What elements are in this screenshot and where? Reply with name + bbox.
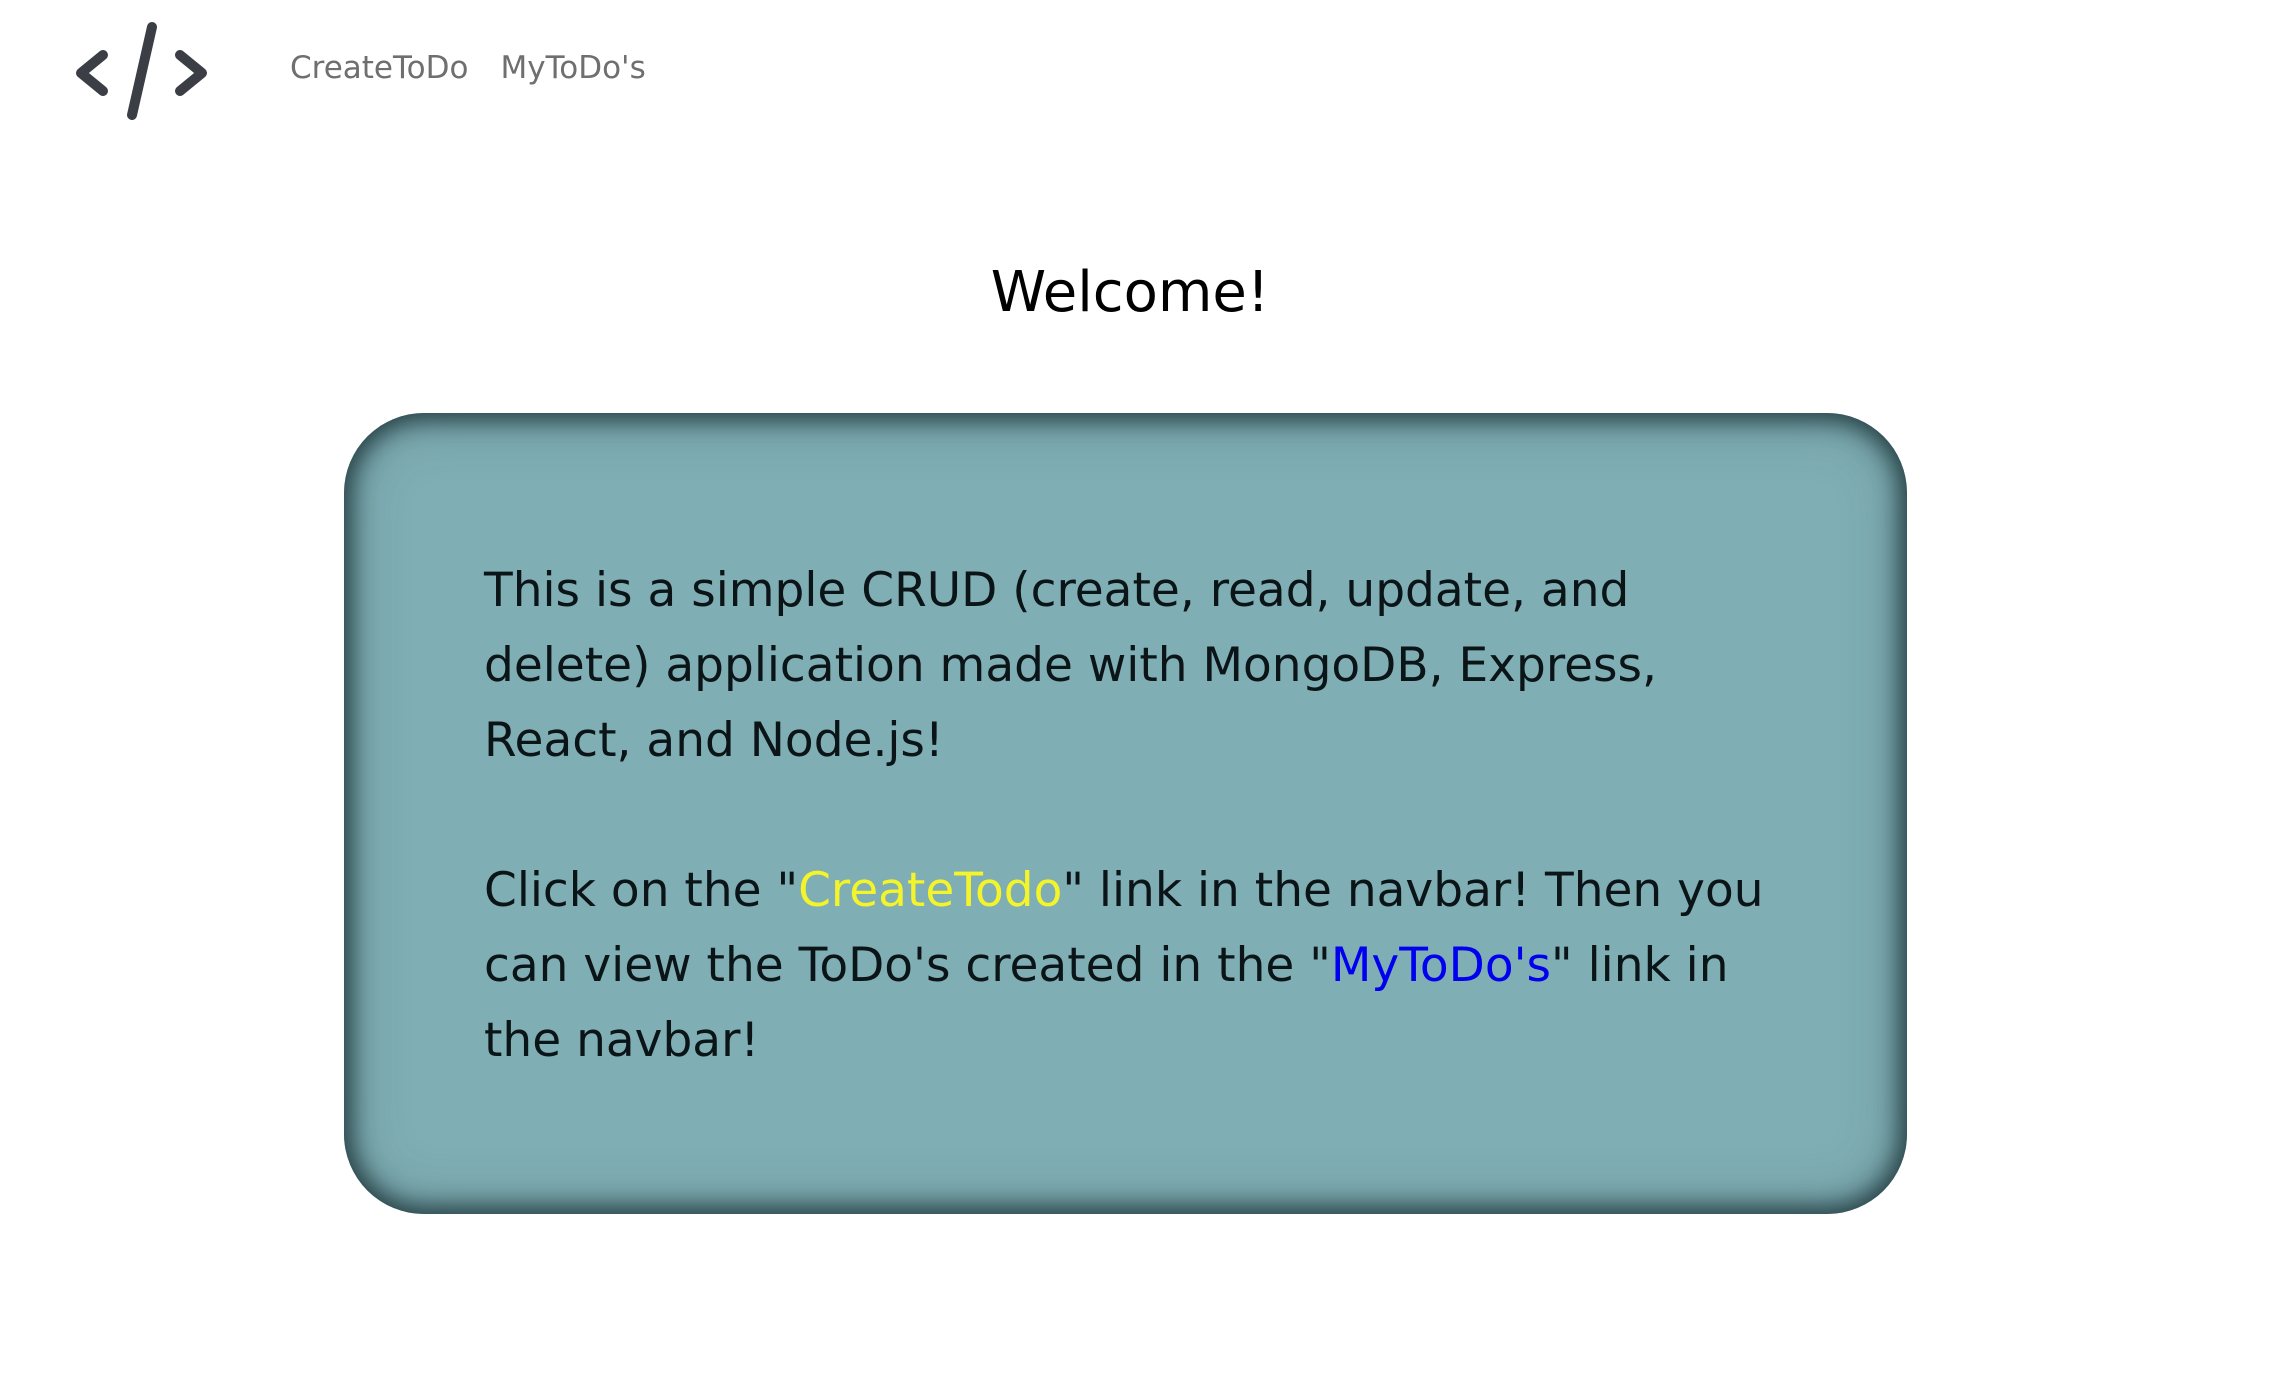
intro-paragraph: This is a simple CRUD (create, read, upd…	[484, 563, 1657, 768]
nav-links: CreateToDo MyToDo's	[290, 50, 646, 86]
navbar: CreateToDo MyToDo's	[0, 0, 2280, 150]
my-todos-highlight: MyToDo's	[1330, 938, 1552, 993]
instructions-paragraph: Click on the "CreateTodo" link in the na…	[484, 853, 1774, 1078]
code-icon[interactable]	[72, 20, 208, 124]
nav-link-my-todos[interactable]: MyToDo's	[500, 50, 645, 86]
instructions-text-before: Click on the "	[484, 863, 799, 918]
nav-link-create-todo[interactable]: CreateToDo	[290, 50, 468, 86]
create-todo-highlight: CreateTodo	[798, 863, 1063, 918]
page-title: Welcome!	[990, 260, 1270, 325]
welcome-card: This is a simple CRUD (create, read, upd…	[344, 413, 1907, 1214]
